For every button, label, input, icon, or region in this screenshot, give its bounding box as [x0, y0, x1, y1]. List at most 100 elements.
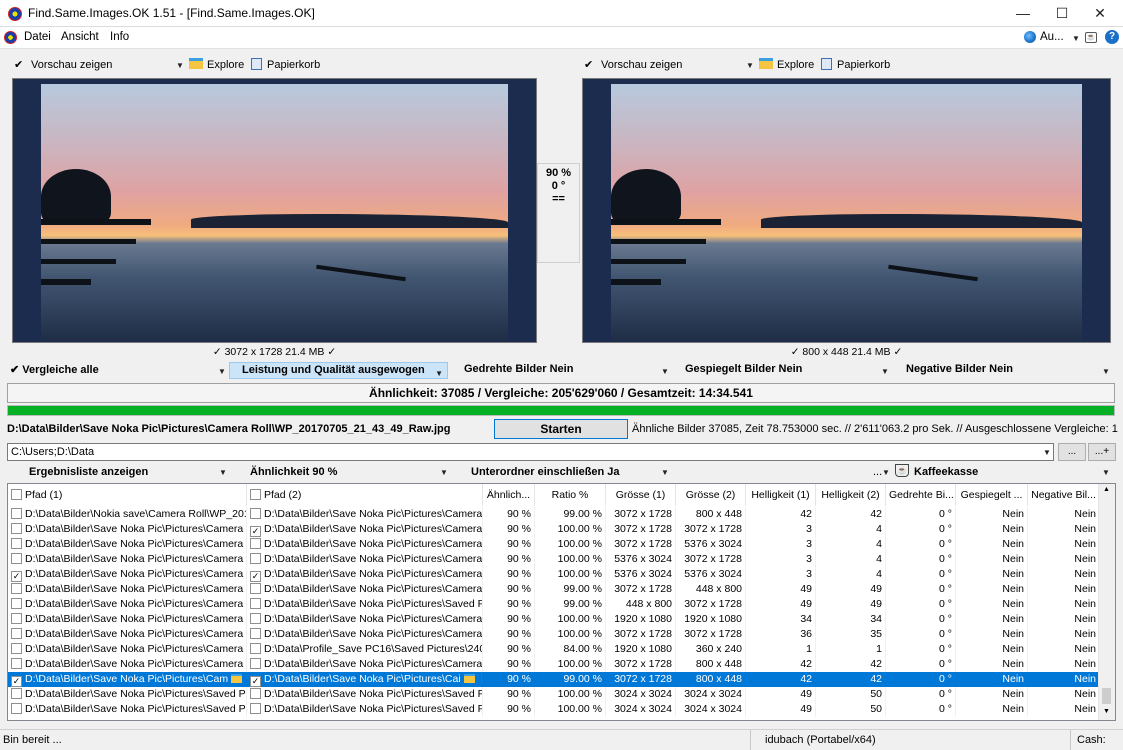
- row-checkbox[interactable]: ✓: [250, 526, 261, 537]
- close-button[interactable]: ✕: [1077, 0, 1123, 27]
- row-checkbox[interactable]: [11, 553, 22, 564]
- coffee-icon[interactable]: ☕: [1085, 32, 1097, 43]
- right-preview-dropdown-icon[interactable]: ▼: [746, 61, 754, 70]
- row-checkbox[interactable]: ✓: [11, 571, 22, 582]
- menu-info[interactable]: Info: [110, 31, 129, 43]
- table-row[interactable]: D:\Data\Bilder\Save Noka Pic\Pictures\Sa…: [8, 702, 1100, 717]
- coffee-cup-icon[interactable]: ☕: [895, 464, 909, 477]
- trash-icon[interactable]: [251, 58, 262, 70]
- row-checkbox[interactable]: [250, 628, 261, 639]
- row-checkbox[interactable]: [250, 583, 261, 594]
- mirrored-dropdown-icon[interactable]: ▼: [881, 367, 889, 376]
- compare-all-dropdown-icon[interactable]: ▼: [218, 367, 226, 376]
- row-checkbox[interactable]: [11, 508, 22, 519]
- right-preview-check-icon[interactable]: ✔: [584, 58, 593, 71]
- folder-explore-icon[interactable]: [759, 58, 773, 69]
- scroll-down-icon[interactable]: ▼: [1103, 708, 1110, 715]
- row-checkbox[interactable]: [250, 613, 261, 624]
- right-trash-button[interactable]: Papierkorb: [837, 59, 890, 71]
- left-preview-check-icon[interactable]: ✔: [14, 58, 23, 71]
- menu-datei[interactable]: Datei: [24, 31, 51, 43]
- similarity-dropdown-icon[interactable]: ▼: [440, 468, 448, 477]
- left-preview-toggle[interactable]: Vorschau zeigen: [31, 59, 112, 71]
- table-row[interactable]: D:\Data\Bilder\Save Noka Pic\Pictures\Ca…: [8, 657, 1100, 672]
- left-preview-dropdown-icon[interactable]: ▼: [176, 61, 184, 70]
- vertical-scrollbar[interactable]: ▲ ▼: [1098, 484, 1115, 720]
- folders-dropdown-icon[interactable]: ▼: [1043, 448, 1051, 457]
- row-checkbox[interactable]: [250, 643, 261, 654]
- more-dropdown-icon[interactable]: ▼: [882, 468, 890, 477]
- app-menu-icon[interactable]: [4, 31, 17, 44]
- help-icon[interactable]: ?: [1105, 30, 1119, 44]
- row-checkbox[interactable]: [11, 703, 22, 714]
- browse-folder-button[interactable]: ...: [1058, 443, 1086, 461]
- column-header[interactable]: Grösse (1): [606, 484, 676, 506]
- table-row[interactable]: ✓ D:\Data\Bilder\Save Noka Pic\Pictures\C…: [8, 567, 1100, 582]
- column-header[interactable]: Grösse (2): [676, 484, 746, 506]
- row-checkbox[interactable]: [11, 538, 22, 549]
- table-row[interactable]: D:\Data\Bilder\Save Noka Pic\Pictures\Ca…: [8, 642, 1100, 657]
- similarity-threshold[interactable]: Ähnlichkeit 90 %: [250, 466, 337, 478]
- quality-option[interactable]: Leistung und Qualität ausgewogen ▼: [229, 362, 448, 379]
- table-row[interactable]: D:\Data\Bilder\Save Noka Pic\Pictures\Sa…: [8, 687, 1100, 702]
- column-header[interactable]: Gedrehte Bi...: [886, 484, 956, 506]
- rotated-option[interactable]: Gedrehte Bilder Nein: [464, 363, 573, 380]
- negative-option[interactable]: Negative Bilder Nein: [906, 363, 1013, 380]
- table-row[interactable]: D:\Data\Bilder\Nokia save\Camera Roll\WP…: [8, 507, 1100, 522]
- results-table[interactable]: Pfad (1) Pfad (2) Ähnlich... Ratio % Grösse …: [7, 483, 1116, 721]
- left-image-preview[interactable]: [12, 78, 537, 343]
- globe-icon[interactable]: [1024, 31, 1036, 43]
- table-row[interactable]: D:\Data\Bilder\Save Noka Pic\Pictures\Ca…: [8, 522, 1100, 537]
- row-checkbox[interactable]: [250, 658, 261, 669]
- scroll-up-icon[interactable]: ▲: [1103, 486, 1110, 493]
- coffee-button[interactable]: Kaffeekasse: [914, 466, 978, 478]
- right-explore-button[interactable]: Explore: [777, 59, 814, 71]
- column-header[interactable]: Pfad (1): [8, 484, 247, 506]
- right-image-preview[interactable]: [582, 78, 1111, 343]
- row-checkbox[interactable]: [11, 583, 22, 594]
- row-checkbox[interactable]: [250, 598, 261, 609]
- menu-ansicht[interactable]: Ansicht: [61, 31, 99, 43]
- right-preview-toggle[interactable]: Vorschau zeigen: [601, 59, 682, 71]
- column-header[interactable]: Helligkeit (2): [816, 484, 886, 506]
- subfolders-dropdown-icon[interactable]: ▼: [661, 468, 669, 477]
- row-checkbox[interactable]: [11, 598, 22, 609]
- table-row[interactable]: D:\Data\Bilder\Save Noka Pic\Pictures\Ca…: [8, 597, 1100, 612]
- table-row[interactable]: D:\Data\Bilder\Save Noka Pic\Pictures\Ca…: [8, 612, 1100, 627]
- column-header[interactable]: Ähnlich...: [483, 484, 535, 506]
- row-checkbox[interactable]: ✓: [250, 571, 261, 582]
- language-dropdown-icon[interactable]: ▼: [1072, 34, 1080, 43]
- row-checkbox[interactable]: [11, 613, 22, 624]
- mirrored-option[interactable]: Gespiegelt Bilder Nein: [685, 363, 802, 380]
- row-checkbox[interactable]: [11, 643, 22, 654]
- row-checkbox[interactable]: [11, 688, 22, 699]
- select-all-checkbox[interactable]: [11, 489, 22, 500]
- folder-explore-icon[interactable]: [463, 674, 475, 683]
- row-checkbox[interactable]: [250, 538, 261, 549]
- row-checkbox[interactable]: [250, 688, 261, 699]
- row-checkbox[interactable]: [11, 658, 22, 669]
- scroll-thumb[interactable]: [1102, 688, 1111, 704]
- more-options[interactable]: ...: [873, 466, 882, 478]
- left-trash-button[interactable]: Papierkorb: [267, 59, 320, 71]
- row-checkbox[interactable]: [250, 553, 261, 564]
- quality-dropdown-icon[interactable]: ▼: [435, 366, 443, 381]
- column-header[interactable]: Ratio %: [535, 484, 606, 506]
- row-checkbox[interactable]: ✓: [250, 676, 261, 687]
- select-all-checkbox[interactable]: [250, 489, 261, 500]
- folder-explore-icon[interactable]: [231, 674, 243, 683]
- folder-explore-icon[interactable]: [189, 58, 203, 69]
- folders-input[interactable]: C:\Users;D:\Data: [7, 443, 1054, 461]
- subfolders-option[interactable]: Unterordner einschließen Ja: [471, 466, 620, 478]
- table-row[interactable]: ✓ D:\Data\Bilder\Save Noka Pic\Pictures\C…: [8, 672, 1100, 687]
- column-header[interactable]: Gespiegelt ...: [956, 484, 1028, 506]
- column-header[interactable]: Helligkeit (1): [746, 484, 816, 506]
- show-list-dropdown-icon[interactable]: ▼: [219, 468, 227, 477]
- row-checkbox[interactable]: [11, 628, 22, 639]
- table-row[interactable]: D:\Data\Bilder\Save Noka Pic\Pictures\Ca…: [8, 582, 1100, 597]
- coffee-dropdown-icon[interactable]: ▼: [1102, 468, 1110, 477]
- table-row[interactable]: D:\Data\Bilder\Save Noka Pic\Pictures\Ca…: [8, 537, 1100, 552]
- row-checkbox[interactable]: ✓: [11, 676, 22, 687]
- row-checkbox[interactable]: [11, 523, 22, 534]
- column-header[interactable]: Pfad (2): [247, 484, 483, 506]
